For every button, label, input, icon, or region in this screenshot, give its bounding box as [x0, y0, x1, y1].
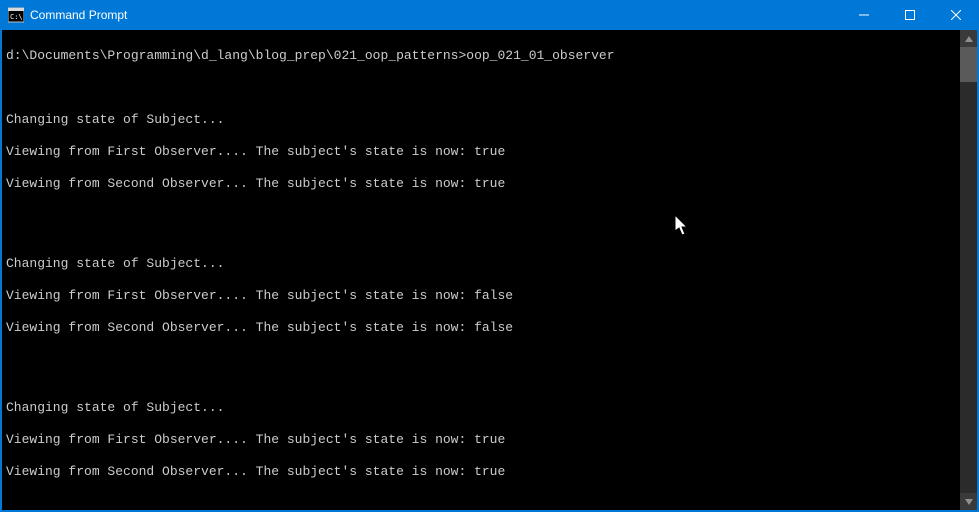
output-line: Viewing from First Observer.... The subj…: [6, 144, 956, 160]
scroll-down-button[interactable]: [960, 493, 977, 510]
output-line: Viewing from First Observer.... The subj…: [6, 432, 956, 448]
window-title: Command Prompt: [30, 8, 841, 22]
output-line: Changing state of Subject...: [6, 400, 956, 416]
scroll-up-button[interactable]: [960, 30, 977, 47]
executed-command: oop_021_01_observer: [466, 48, 614, 63]
window-controls: [841, 0, 979, 30]
prompt-path: d:\Documents\Programming\d_lang\blog_pre…: [6, 48, 466, 63]
terminal-wrapper: d:\Documents\Programming\d_lang\blog_pre…: [2, 30, 977, 510]
svg-text:C:\: C:\: [10, 13, 23, 21]
terminal-output[interactable]: d:\Documents\Programming\d_lang\blog_pre…: [2, 30, 960, 510]
scroll-thumb[interactable]: [960, 47, 977, 82]
output-line: Viewing from Second Observer... The subj…: [6, 464, 956, 480]
maximize-button[interactable]: [887, 0, 933, 30]
output-line: Changing state of Subject...: [6, 256, 956, 272]
minimize-button[interactable]: [841, 0, 887, 30]
output-line: Viewing from Second Observer... The subj…: [6, 176, 956, 192]
output-line: Viewing from First Observer.... The subj…: [6, 288, 956, 304]
scroll-track[interactable]: [960, 47, 977, 493]
titlebar[interactable]: C:\ Command Prompt: [0, 0, 979, 30]
command-prompt-icon: C:\: [8, 7, 24, 23]
close-button[interactable]: [933, 0, 979, 30]
vertical-scrollbar[interactable]: [960, 30, 977, 510]
output-line: Viewing from Second Observer... The subj…: [6, 320, 956, 336]
output-line: Changing state of Subject...: [6, 112, 956, 128]
